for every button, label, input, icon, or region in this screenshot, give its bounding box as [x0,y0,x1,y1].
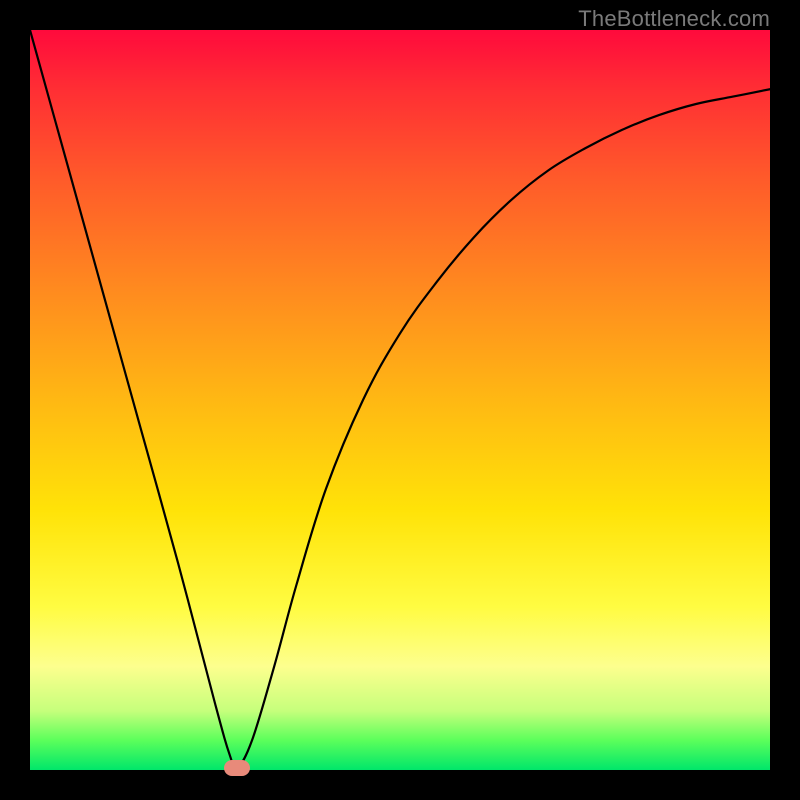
watermark-text: TheBottleneck.com [578,6,770,32]
curve-svg [30,30,770,770]
chart-frame: TheBottleneck.com [0,0,800,800]
optimal-marker [224,760,250,776]
bottleneck-curve [30,30,770,769]
plot-area [30,30,770,770]
